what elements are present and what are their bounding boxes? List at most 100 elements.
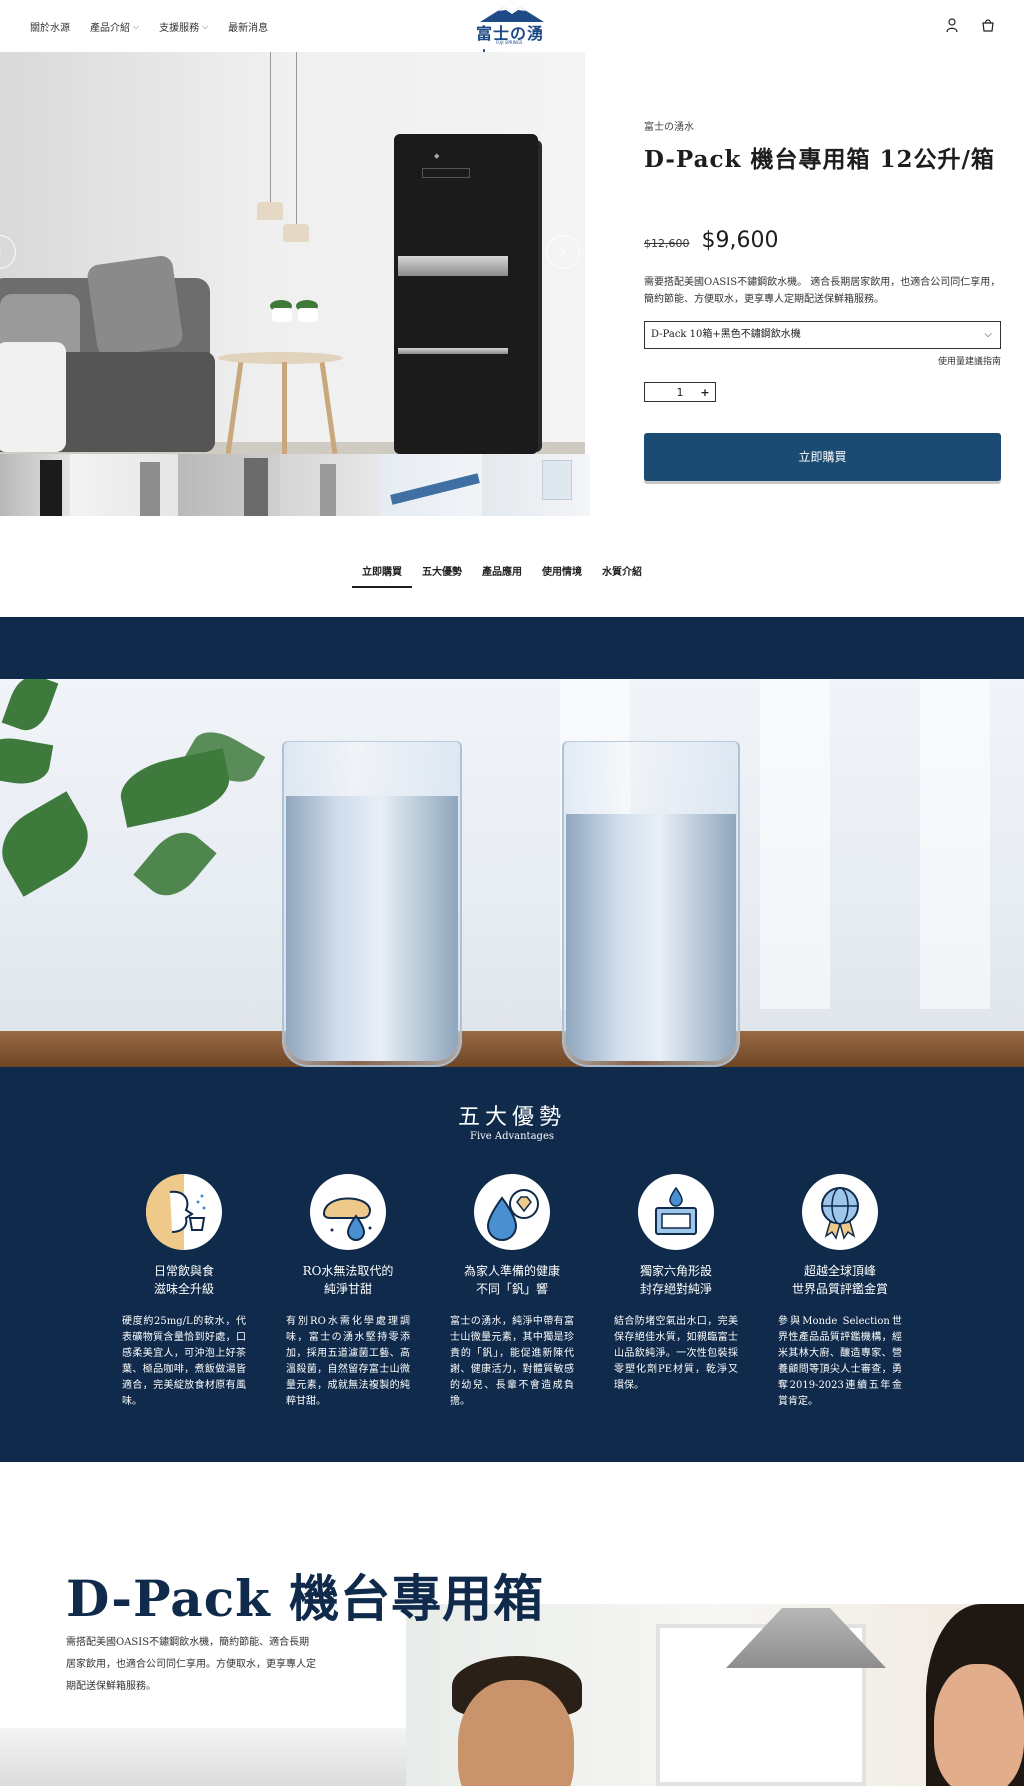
advantage-card: RO水無法取代的 純淨甘甜 有別RO水需化學處理調味，富士の湧水堅持零添加，採用五… [286,1174,410,1410]
nav-label: 產品介紹 [90,23,130,34]
thumbnail[interactable] [380,454,482,516]
nav-item-news[interactable]: 最新消息 [228,19,268,34]
dispenser-chrome-band [398,256,508,276]
advantage-text: 結合防堵空氣出水口，完美保存絕佳水質，如親臨富士山品飲純淨。一次性包裝採零塑化劑… [614,1316,738,1391]
advantage-text: 硬度約25mg/L的軟水，代表礦物質含量恰到好處，口感柔美宜人，可沖泡上好茶葉、… [122,1316,246,1407]
tab-five-advantages[interactable]: 五大優勢 [412,560,472,588]
gallery-thumbnails [0,454,590,516]
dpack-title: D-Pack 機台專用箱 [66,1569,545,1628]
chevron-right-icon: › [560,244,566,260]
section-title: 五大優勢 [457,1105,566,1130]
nav-item-products[interactable]: 產品介紹 ⌵ [90,19,140,35]
person-face [934,1664,1024,1786]
account-icon[interactable] [944,17,960,33]
advantage-card: 日常飲與食滋味全升級 硬度約25mg/L的軟水，代表礦物質含量恰到好處，口感柔美… [122,1174,246,1410]
heading-line-2: 滋味全升級 [153,1282,214,1296]
plant-pot [272,308,292,322]
heading-line-2: 純淨甘甜 [323,1282,372,1296]
sofa-cushion [86,254,184,358]
advantage-heading: 為家人準備的健康 不同「釩」響 [450,1262,574,1298]
drinking-face-icon [146,1174,222,1250]
glass-water [566,814,736,1061]
mineral-drop-icon [474,1174,550,1250]
bread-drop-icon [310,1174,386,1250]
sofa-throw [0,342,66,452]
tab-usage-scenarios[interactable]: 使用情境 [532,560,592,588]
nav-item-support[interactable]: 支援服務 ⌵ [159,19,209,35]
heading-line-1: 獨家六角形設 [639,1264,712,1278]
water-glass [562,741,740,1067]
section-subtitle: Five Advantages [470,1131,554,1142]
globe-medal-icon [802,1174,878,1250]
quantity-value[interactable]: 1 [665,386,695,399]
chevron-left-icon: ‹ [0,244,2,260]
cart-icon[interactable] [980,17,996,33]
chevron-down-icon: ⌵ [202,21,209,31]
logo-subtext: FUJI SPRINGS [496,40,523,45]
heading-line-1: 超越全球頂峰 [803,1264,876,1278]
chevron-down-icon: ⌵ [133,21,140,31]
advantage-text: 富士の湧水，純淨中帶有富士山微量元素，其中獨是珍貴的「釩」，能促進新陳代謝、健康… [450,1316,574,1407]
table-leg [282,362,287,454]
water-glass [282,741,462,1067]
hexagon-box-icon [638,1174,714,1250]
nav-label: 支援服務 [159,23,200,34]
product-info: 富士の湧水 D-Pack 機台專用箱 12公升/箱 $12,600 $9,600… [644,118,1001,481]
sale-price: $9,600 [701,228,779,253]
dispenser-drip-tray [398,348,508,354]
quantity-stepper: 1 + [644,382,716,402]
pendant-lamp [283,224,309,242]
advantage-card: 超越全球頂峰 世界品質評鑑金賞 參與Monde Selection世界性產品品質評… [778,1174,902,1410]
five-advantages-section: 五大優勢 Five Advantages 日常飲與食滋味全升級 硬度約25mg/… [0,1067,1024,1462]
variant-select[interactable]: D-Pack 10箱+黑色不鏽鋼飲水機 ⌵ [644,321,1001,349]
advantage-text: 有別RO水需化學處理調味，富士の湧水堅持零添加，採用五道濾菌工藝、高溫殺菌，自然… [286,1316,410,1407]
advantage-heading: 獨家六角形設 封存絕對純淨 [614,1262,738,1298]
water-glasses-banner [0,679,1024,1067]
heading-line-2: 封存絕對純淨 [639,1282,712,1296]
original-price: $12,600 [644,237,690,250]
tab-buy-now[interactable]: 立即購買 [352,560,412,588]
leaf [133,821,217,907]
tab-water-quality[interactable]: 水質介紹 [592,560,652,588]
curtain-fold [920,679,990,1009]
thumbnail[interactable] [482,454,590,516]
pendant-cord [270,52,271,202]
lifestyle-photo [406,1604,1024,1786]
nav-label: 最新消息 [228,23,269,34]
thumbnail[interactable] [280,454,380,516]
advantage-card: 獨家六角形設 封存絕對純淨 結合防堵空氣出水口，完美保存絕佳水質，如親臨富士山品飲… [614,1174,738,1394]
heading-line-1: 日常飲與食 [153,1264,214,1278]
dispenser-brand-mark: ◆ [434,152,440,160]
main-nav: 關於水源 產品介紹 ⌵ 支援服務 ⌵ 最新消息 [30,19,268,35]
advantage-heading: RO水無法取代的 純淨甘甜 [286,1262,410,1298]
thumbnail[interactable] [70,454,178,516]
quantity-increase-button[interactable]: + [695,386,715,399]
usage-guide-link[interactable]: 使用量建議指南 [938,354,1001,367]
heading-line-2: 不同「釩」響 [475,1282,548,1296]
product-gallery-main-image[interactable]: ◆ ‹ › [0,52,585,454]
section-tabs: 立即購買 五大優勢 產品應用 使用情境 水質介紹 [352,560,652,588]
thumbnail[interactable] [0,454,70,516]
advantage-card: 為家人準備的健康 不同「釩」響 富士の湧水，純淨中帶有富士山微量元素，其中獨是珍貴… [450,1174,574,1410]
site-logo[interactable]: 富士の湧水 FUJI SPRINGS [472,4,552,67]
heading-line-1: 為家人準備的健康 [463,1264,560,1278]
price-row: $12,600 $9,600 [644,228,1001,253]
tab-applications[interactable]: 產品應用 [472,560,532,588]
product-brand: 富士の湧水 [644,122,694,133]
advantage-heading: 日常飲與食滋味全升級 [122,1262,246,1298]
pendant-cord [296,52,297,224]
person-face [458,1680,574,1786]
leaf [0,791,102,897]
advantage-heading: 超越全球頂峰 世界品質評鑑金賞 [778,1262,902,1298]
leaf [0,733,54,789]
gallery-next-button[interactable]: › [546,235,580,269]
plant-pot [298,308,318,322]
glass-water [286,796,458,1061]
thumbnail[interactable] [178,454,280,516]
wooden-table [0,1031,1024,1067]
dpack-description: 需搭配美國OASIS不鏽鋼飲水機，簡約節能、適合長期居家飲用，也適合公司同仁享用… [66,1637,316,1692]
buy-now-button[interactable]: 立即購買 [644,433,1001,481]
site-header: 關於水源 產品介紹⌵ 支援服務⌵ 最新消息 富士の湧水 FUJI SPRINGS [0,0,1024,67]
water-dispenser: ◆ [394,134,538,454]
nav-item-about-source[interactable]: 關於水源 [30,19,70,34]
